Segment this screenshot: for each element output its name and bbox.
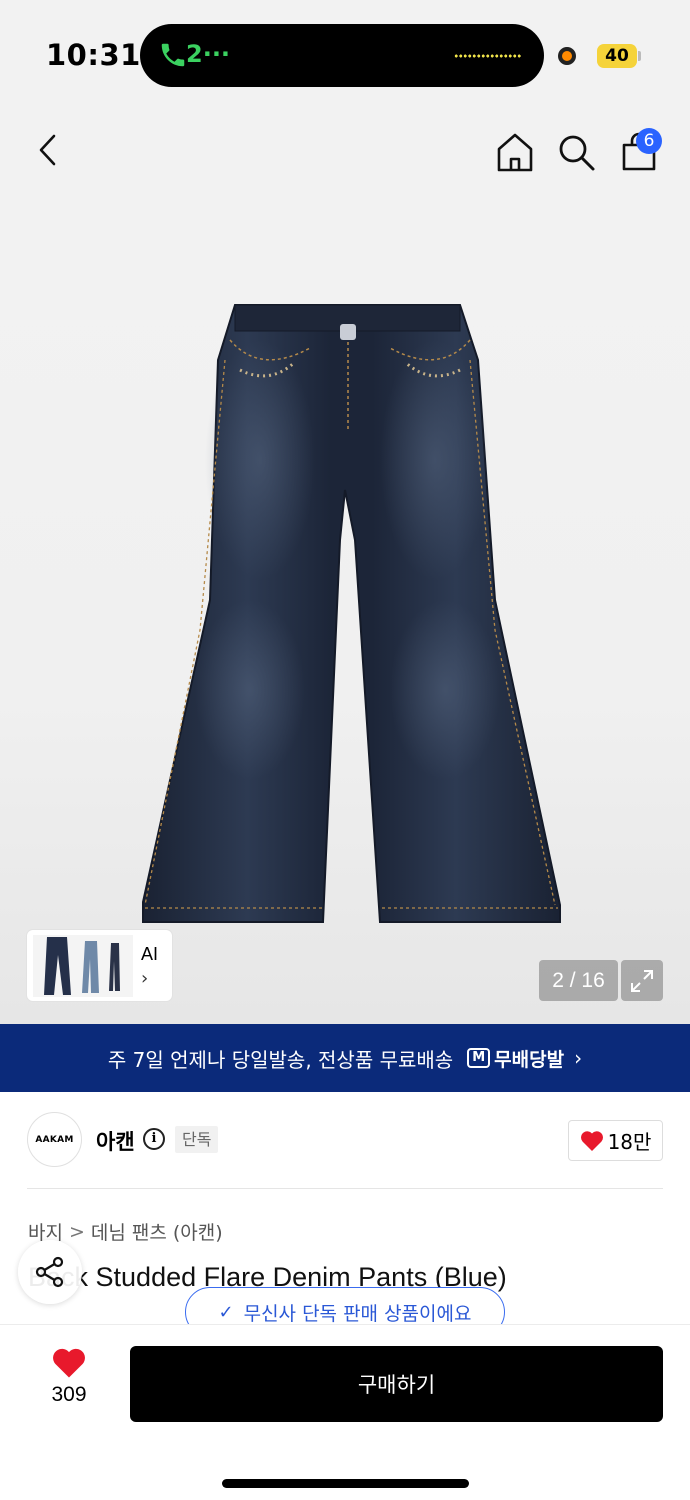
chevron-right-icon: >	[68, 1220, 85, 1243]
buy-button[interactable]: 구매하기	[130, 1346, 663, 1422]
image-counter: 2 / 16	[539, 960, 618, 1001]
wishlist-count: 309	[51, 1383, 87, 1406]
product-image-gallery[interactable]: AI › 2 / 16	[0, 200, 690, 1024]
share-button[interactable]	[18, 1240, 82, 1304]
home-icon	[497, 133, 533, 172]
home-button[interactable]	[491, 128, 539, 176]
ai-label: AI	[141, 944, 159, 964]
back-button[interactable]	[24, 126, 72, 174]
delivery-banner[interactable]: 주 7일 언제나 당일발송, 전상품 무료배송 M 무배당발 ›	[0, 1024, 690, 1092]
check-icon: ✓	[218, 1301, 234, 1323]
wishlist-button[interactable]: 309	[34, 1347, 104, 1417]
battery-nub	[638, 51, 641, 61]
status-bar: 10:31 2··· 40	[0, 0, 690, 110]
call-duration: 2···	[186, 40, 231, 68]
ai-fit-thumbnail[interactable]: AI ›	[27, 930, 172, 1001]
thumbnail-image	[33, 935, 133, 997]
heart-icon	[53, 1348, 85, 1378]
toast-text: 무신사 단독 판매 상품이에요	[243, 1302, 472, 1325]
banner-text: 주 7일 언제나 당일발송, 전상품 무료배송	[107, 1047, 454, 1072]
brand-logo[interactable]: AAKAM	[27, 1112, 82, 1167]
product-image	[142, 304, 561, 923]
search-icon	[559, 135, 595, 171]
free-delivery-logo: M 무배당발	[467, 1045, 564, 1072]
delivery-truck-icon: M	[467, 1048, 491, 1068]
divider	[27, 1188, 663, 1189]
chevron-right-icon: ›	[574, 1046, 583, 1070]
dynamic-island[interactable]: 2···	[140, 24, 544, 87]
phone-icon	[161, 43, 185, 67]
status-time: 10:31	[46, 38, 141, 72]
share-icon	[35, 1256, 64, 1288]
expand-icon	[631, 969, 653, 992]
home-indicator[interactable]	[222, 1479, 469, 1488]
chevron-right-icon: ›	[141, 968, 149, 989]
audio-waveform-icon	[454, 53, 522, 59]
banner-logo-text: 무배당발	[494, 1048, 565, 1071]
info-icon[interactable]: i	[143, 1128, 165, 1150]
top-nav	[0, 110, 690, 200]
recording-indicator-icon	[558, 47, 576, 65]
brand-name[interactable]: 아캔	[96, 1126, 135, 1156]
back-icon	[39, 134, 56, 166]
battery-indicator: 40	[597, 44, 637, 68]
brand-like-count: 18만	[607, 1130, 652, 1154]
cart-count-badge: 6	[636, 128, 662, 154]
heart-icon	[580, 1130, 603, 1151]
search-button[interactable]	[552, 128, 600, 176]
expand-button[interactable]	[621, 960, 663, 1001]
exclusive-badge: 단독	[175, 1126, 219, 1153]
brand-like-button[interactable]: 18만	[568, 1120, 663, 1161]
bottom-action-bar: 309 구매하기	[0, 1324, 690, 1500]
breadcrumb-item[interactable]: 데님 팬츠 (아캔)	[91, 1218, 223, 1245]
